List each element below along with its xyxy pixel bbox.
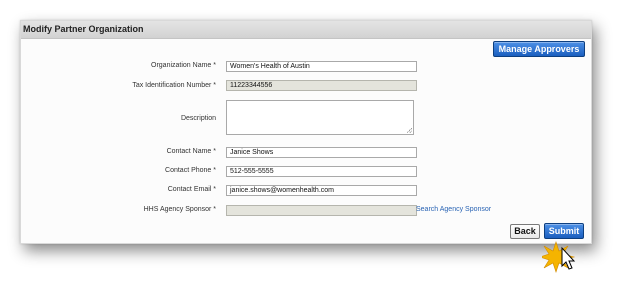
tax-id-field: 11223344556 — [226, 80, 417, 91]
dialog-title: Modify Partner Organization — [21, 21, 591, 39]
click-burst-cursor-icon — [542, 241, 576, 273]
description-label: Description — [180, 115, 216, 122]
search-agency-sponsor-link[interactable]: Search Agency Sponsor — [416, 206, 491, 213]
contact-name-label: Contact Name * — [166, 148, 216, 155]
back-button[interactable]: Back — [510, 224, 540, 239]
manage-approvers-button[interactable]: Manage Approvers — [493, 41, 585, 57]
contact-phone-field[interactable]: 512-555-5555 — [226, 166, 417, 177]
hhs-agency-sponsor-label: HHS Agency Sponsor * — [143, 206, 216, 213]
organization-name-label: Organization Name * — [151, 62, 216, 69]
submit-button[interactable]: Submit — [544, 223, 584, 239]
contact-email-label: Contact Email * — [167, 186, 216, 193]
tax-id-label: Tax Identification Number * — [132, 82, 216, 89]
contact-email-field[interactable]: janice.shows@womenhealth.com — [226, 185, 417, 196]
hhs-agency-sponsor-field — [226, 205, 417, 216]
description-textarea[interactable] — [226, 100, 414, 135]
resize-grip-icon[interactable] — [407, 128, 412, 133]
page: Modify Partner Organization Manage Appro… — [0, 0, 632, 283]
organization-name-field[interactable]: Women's Health of Austin — [226, 61, 417, 72]
contact-phone-label: Contact Phone * — [165, 167, 216, 174]
contact-name-field[interactable]: Janice Shows — [226, 147, 417, 158]
